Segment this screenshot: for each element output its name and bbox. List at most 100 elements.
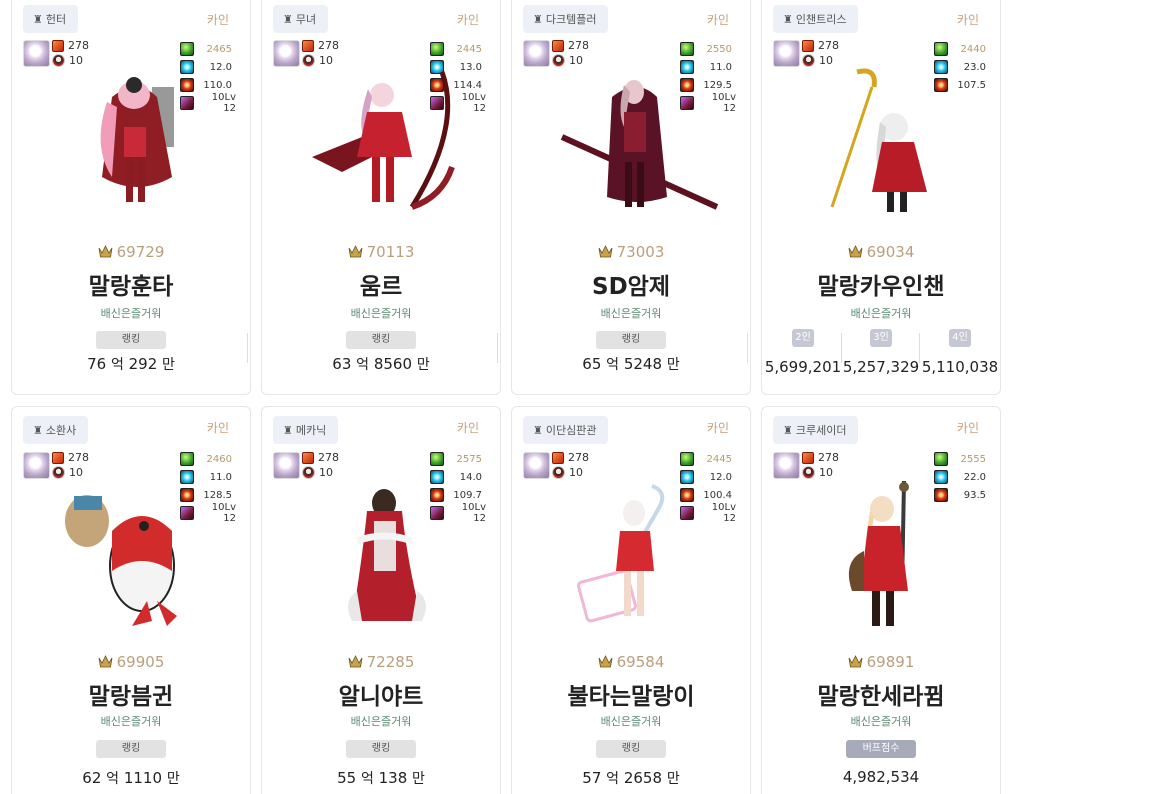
server-label: 카인 — [456, 13, 479, 27]
buff-score-label[interactable]: 버프점수 — [846, 740, 916, 758]
job-badge: ♜ 메카닉 — [273, 416, 339, 444]
fame-icon — [934, 452, 948, 466]
equipment-icon — [802, 39, 814, 52]
fame-icon — [680, 42, 694, 56]
character-sprite — [848, 481, 909, 626]
character-name[interactable]: 말랑카우인챈 — [762, 267, 1000, 301]
divider — [247, 333, 248, 363]
server-label: 카인 — [206, 13, 229, 27]
avatar-icon — [773, 451, 800, 479]
character-card-1[interactable]: ♜ 헌터 카인 278 10 2465 12.0 110.0 10Lv 12 69… — [11, 0, 251, 395]
character-sprite — [65, 495, 177, 626]
adventure-name[interactable]: 배신은즐거워 — [512, 713, 750, 729]
character-name[interactable]: 말랑훈타 — [12, 267, 250, 301]
adventure-name[interactable]: 배신은즐거워 — [762, 305, 1000, 321]
equipment-icon — [302, 451, 314, 464]
gear-level: 278 — [68, 451, 89, 464]
creature-icon — [52, 466, 65, 479]
adventure-name[interactable]: 배신은즐거워 — [262, 305, 500, 321]
character-sprite — [560, 80, 719, 210]
creature-icon — [552, 54, 565, 67]
crown-icon — [348, 655, 363, 668]
creature-level: 10 — [819, 54, 833, 67]
server-label: 카인 — [956, 421, 979, 435]
party-buff-value: 5,257,329 — [842, 358, 920, 376]
crown-icon — [98, 245, 113, 258]
character-card-2[interactable]: ♜ 무녀 카인 278 10 2445 13.0 114.4 10Lv 12 70… — [261, 0, 501, 395]
crown-icon — [348, 245, 363, 258]
ranking-button[interactable]: 랭킹 — [96, 740, 166, 758]
character-sprite — [312, 71, 455, 210]
ranking-button[interactable]: 랭킹 — [346, 740, 416, 758]
character-name[interactable]: 알니야트 — [262, 677, 500, 711]
ranking-button[interactable]: 랭킹 — [346, 331, 416, 349]
server-label: 카인 — [706, 13, 729, 27]
party-label: 4인 — [949, 329, 971, 347]
adventure-score: 72285 — [262, 653, 500, 671]
character-card-6[interactable]: ♜ 메카닉 카인 278 10 2575 14.0 109.7 10Lv 12 7… — [261, 406, 501, 794]
gear-level: 278 — [568, 39, 589, 52]
avatar-icon — [523, 39, 550, 67]
character-card-7[interactable]: ♜ 이단심판관 카인 278 10 2445 12.0 100.4 10Lv 12… — [511, 406, 751, 794]
character-name[interactable]: 불타는말랑이 — [512, 677, 750, 711]
creature-icon — [302, 466, 315, 479]
party-label: 3인 — [870, 329, 892, 347]
creature-level: 10 — [319, 54, 333, 67]
damage-value: 62 억 1110 만 — [82, 769, 180, 787]
ranking-button[interactable]: 랭킹 — [596, 331, 666, 349]
equipment-icon — [302, 39, 314, 52]
adventure-name[interactable]: 배신은즐거워 — [262, 713, 500, 729]
character-sprite — [577, 484, 665, 623]
adventure-name[interactable]: 배신은즐거워 — [12, 713, 250, 729]
character-name[interactable]: 말랑븜귄 — [12, 677, 250, 711]
job-badge: ♜ 소환사 — [23, 416, 89, 444]
party-3-buff: 3인 5,257,329 — [842, 325, 920, 376]
character-sprite — [348, 489, 426, 621]
damage-value: 57 억 2658 만 — [582, 769, 680, 787]
server-label: 카인 — [706, 421, 729, 435]
gear-level: 278 — [318, 39, 339, 52]
character-sprite — [100, 77, 174, 202]
character-card-8[interactable]: ♜ 크루세이더 카인 278 10 2555 22.0 93.5 69891 말랑… — [761, 406, 1001, 794]
buff-score-value: 4,982,534 — [842, 768, 920, 786]
character-card-4[interactable]: ♜ 인챈트리스 카인 278 10 2440 23.0 107.5 69034 말… — [761, 0, 1001, 395]
avatar-group: 278 10 — [773, 38, 839, 68]
crown-icon — [848, 245, 863, 258]
ranking-button[interactable]: 랭킹 — [596, 740, 666, 758]
gear-level: 278 — [818, 451, 839, 464]
job-icon: ♜ — [533, 423, 543, 437]
fame-icon — [180, 42, 194, 56]
party-2-buff: 2인 5,699,201 — [764, 325, 842, 376]
creature-level: 10 — [319, 466, 333, 479]
adventure-name[interactable]: 배신은즐거워 — [512, 305, 750, 321]
character-name[interactable]: 말랑한세라뀜 — [762, 677, 1000, 711]
character-name[interactable]: 움르 — [262, 267, 500, 301]
ranking-button[interactable]: 랭킹 — [96, 331, 166, 349]
gear-level: 278 — [818, 39, 839, 52]
job-badge: ♜ 이단심판관 — [523, 416, 609, 444]
damage-value: 63 억 8560 만 — [332, 355, 430, 373]
avatar-icon — [773, 39, 800, 67]
job-badge: ♜ 헌터 — [23, 5, 79, 33]
adventure-name[interactable]: 배신은즐거워 — [12, 305, 250, 321]
creature-level: 10 — [69, 466, 83, 479]
equipment-icon — [802, 451, 814, 464]
character-name[interactable]: SD암제 — [512, 267, 750, 301]
creature-icon — [802, 466, 815, 479]
gear-level: 278 — [318, 451, 339, 464]
fame-icon — [680, 452, 694, 466]
character-card-5[interactable]: ♜ 소환사 카인 278 10 2460 11.0 128.5 10Lv 12 6… — [11, 406, 251, 794]
avatar-group: 278 10 — [523, 38, 589, 68]
character-card-3[interactable]: ♜ 다크템플러 카인 278 10 2550 11.0 129.5 10Lv 12… — [511, 0, 751, 395]
avatar-icon — [273, 39, 300, 67]
adventure-name[interactable]: 배신은즐거워 — [762, 713, 1000, 729]
creature-level: 10 — [569, 466, 583, 479]
avatar-group: 278 10 — [523, 450, 589, 480]
party-label: 2인 — [792, 329, 814, 347]
job-icon: ♜ — [533, 12, 543, 26]
job-badge: ♜ 크루세이더 — [773, 416, 859, 444]
damage-value: 65 억 5248 만 — [582, 355, 680, 373]
damage-value: 76 억 292 만 — [87, 355, 175, 373]
job-badge: ♜ 다크템플러 — [523, 5, 609, 33]
fame-icon — [430, 42, 444, 56]
